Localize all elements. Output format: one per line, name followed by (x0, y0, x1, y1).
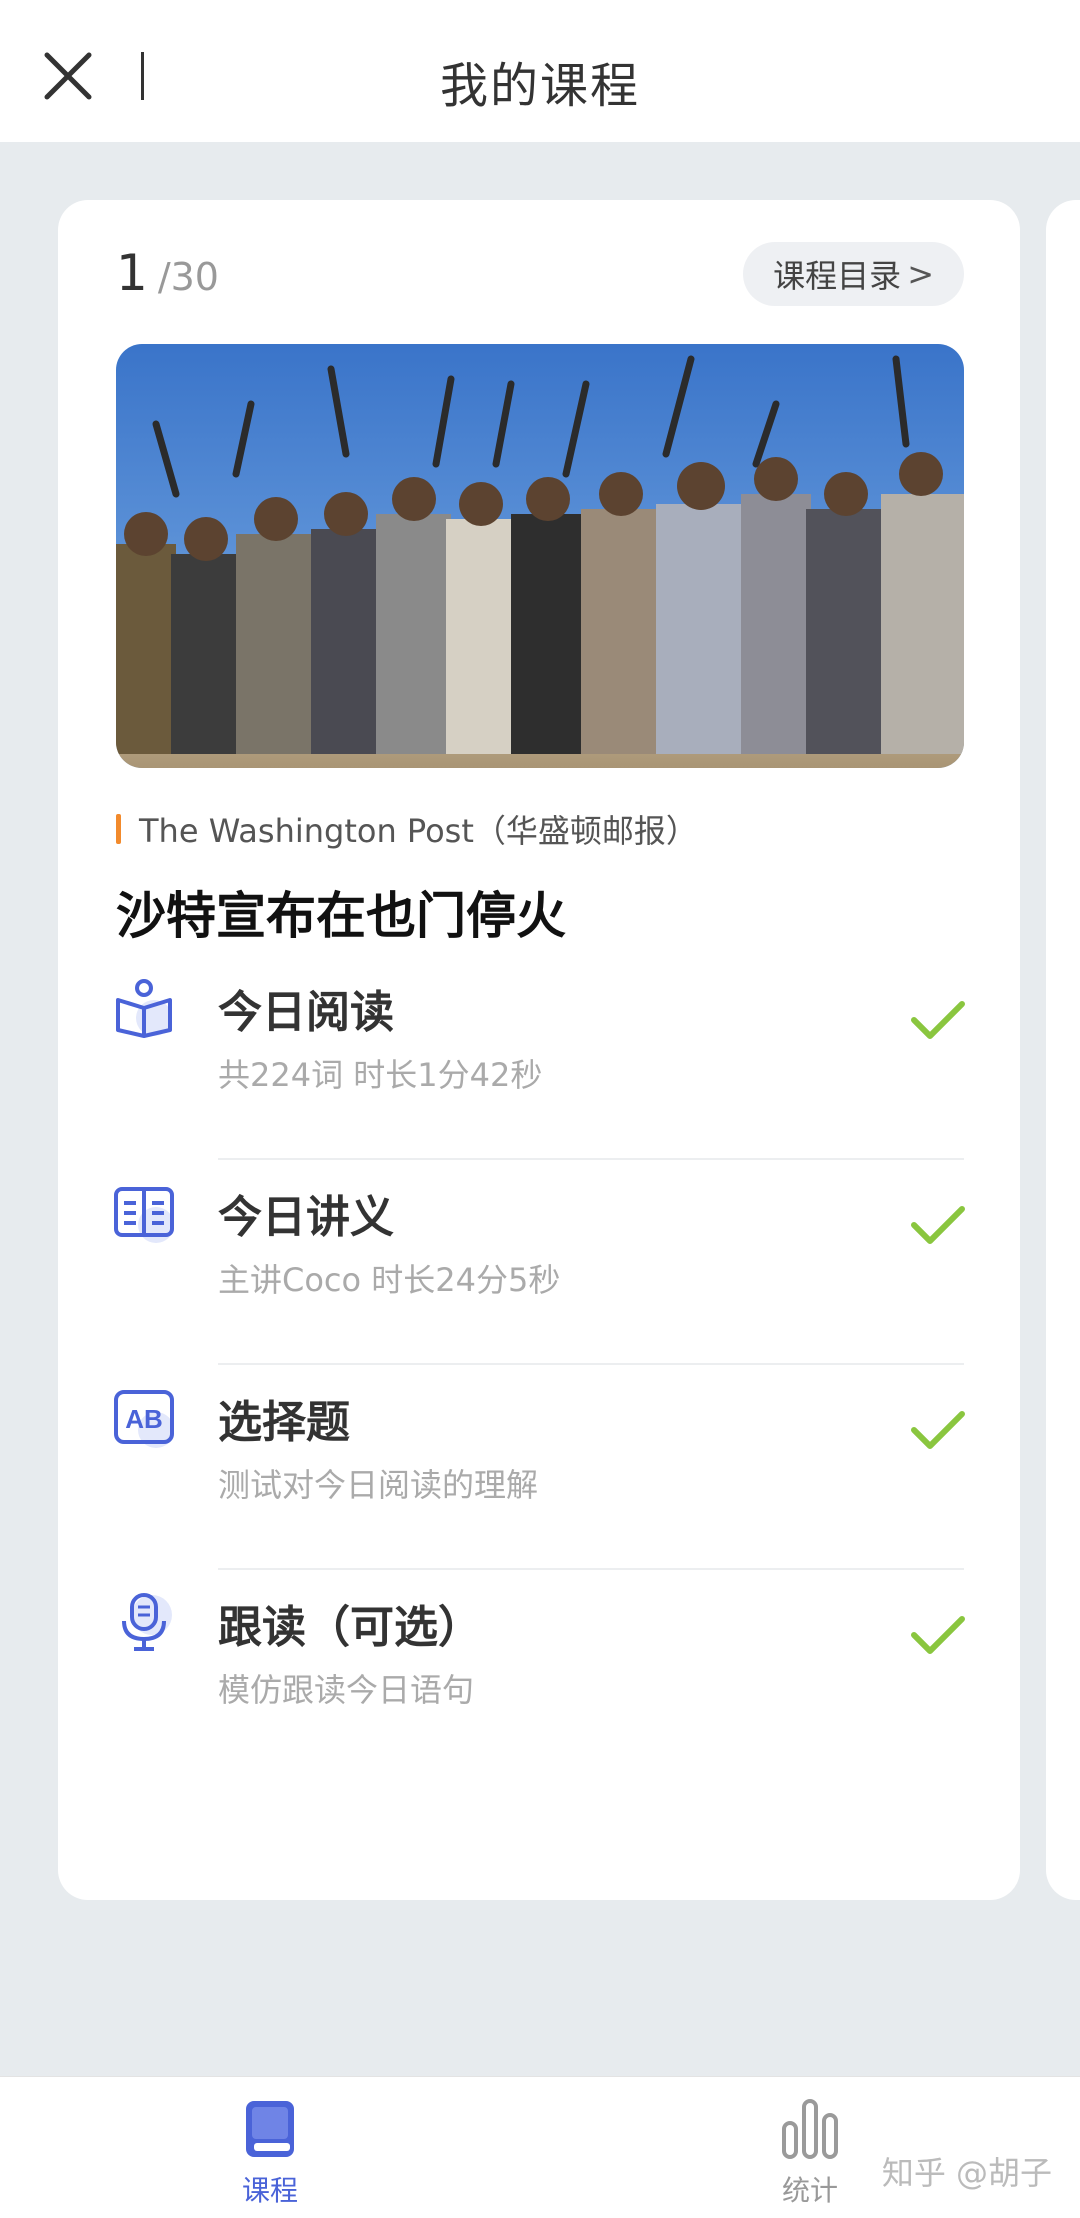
chevron-right-icon: > (907, 255, 934, 293)
task-subtitle: 主讲Coco 时长24分5秒 (218, 1261, 561, 1299)
article-source: The Washington Post（华盛顿邮报） (116, 806, 698, 852)
checkmark-icon (911, 1411, 965, 1449)
hero-photo (116, 344, 964, 768)
counter-total: /30 (157, 255, 219, 299)
task-divider (218, 1363, 964, 1365)
counter-current: 1 (116, 244, 148, 302)
checkmark-icon (911, 1001, 965, 1039)
task-divider (218, 1158, 964, 1160)
book-icon (246, 2101, 294, 2157)
next-course-card[interactable] (1046, 200, 1080, 1900)
course-catalog-button[interactable]: 课程目录 > (743, 242, 964, 306)
task-title: 今日讲义 (218, 1192, 394, 1243)
task-multiple-choice[interactable]: AB 选择题 测试对今日阅读的理解 (58, 1380, 1020, 1585)
task-subtitle: 模仿跟读今日语句 (218, 1671, 475, 1709)
top-bar: 我的课程 (0, 0, 1080, 142)
task-divider (218, 1568, 964, 1570)
ab-choice-icon: AB (114, 1390, 174, 1448)
checkmark-icon (911, 1206, 965, 1244)
nav-item-course[interactable]: 课程 (210, 2097, 330, 2209)
open-book-icon (114, 1187, 174, 1243)
bottom-nav: 课程 统计 (0, 2076, 1080, 2218)
catalog-label: 课程目录 (773, 257, 902, 295)
task-title: 今日阅读 (218, 987, 394, 1038)
nav-label: 课程 (241, 2174, 298, 2207)
source-label: The Washington Post（华盛顿邮报） (139, 812, 698, 850)
course-card[interactable]: 1 /30 课程目录 > The Washington Post（华盛顿邮报） … (58, 200, 1020, 1900)
task-subtitle: 测试对今日阅读的理解 (218, 1466, 539, 1504)
task-today-reading[interactable]: 今日阅读 共224词 时长1分42秒 (58, 970, 1020, 1175)
task-title: 跟读（可选） (218, 1602, 482, 1653)
svg-text:AB: AB (125, 1404, 163, 1434)
source-accent-bar (116, 814, 121, 844)
page-title: 我的课程 (439, 58, 640, 114)
nav-item-stats[interactable]: 统计 (750, 2097, 870, 2209)
microphone-icon (122, 1593, 172, 1651)
task-title: 选择题 (218, 1397, 350, 1448)
task-subtitle: 共224词 时长1分42秒 (218, 1056, 543, 1094)
book-reading-icon (116, 979, 172, 1038)
lesson-counter: 1 /30 (116, 244, 219, 302)
article-title[interactable]: 沙特宣布在也门停火 (116, 876, 566, 948)
task-today-lecture[interactable]: 今日讲义 主讲Coco 时长24分5秒 (58, 1175, 1020, 1380)
watermark: 知乎 @胡子 (881, 2154, 1052, 2192)
nav-label: 统计 (781, 2174, 838, 2207)
checkmark-icon (911, 1616, 965, 1654)
article-hero-image[interactable] (116, 344, 964, 768)
task-read-along[interactable]: 跟读（可选） 模仿跟读今日语句 (58, 1585, 1020, 1790)
bar-chart-icon (782, 2099, 838, 2159)
